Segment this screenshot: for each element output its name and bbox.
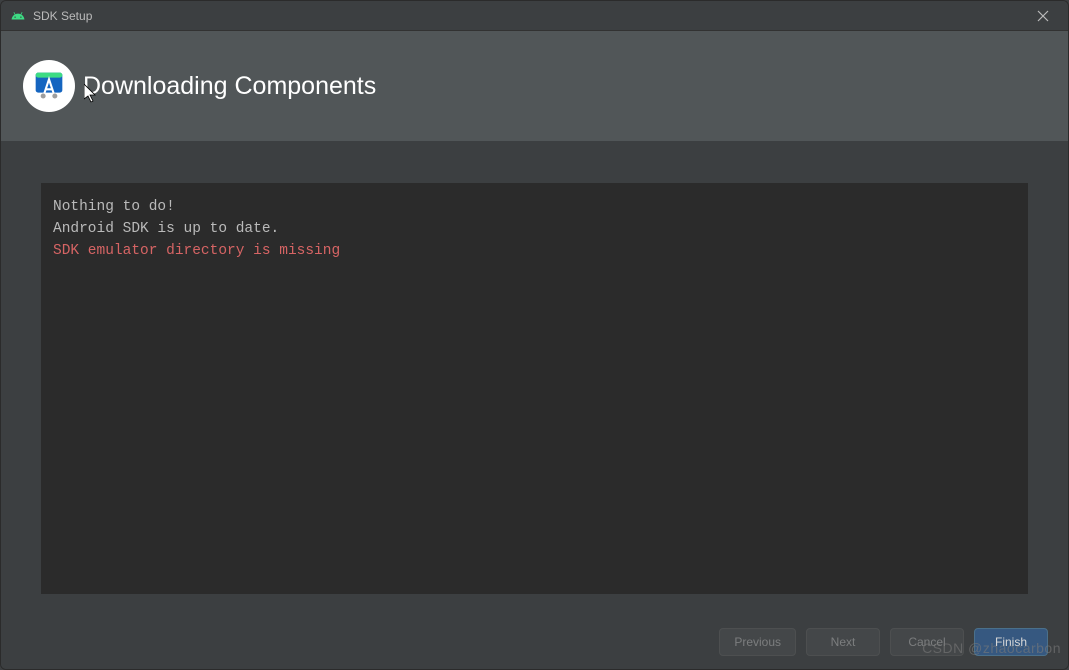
wizard-buttons: Previous Next Cancel Finish	[1, 614, 1068, 669]
page-title: Downloading Components	[83, 72, 376, 101]
next-button: Next	[806, 628, 880, 656]
android-studio-logo	[23, 60, 75, 112]
console-line: Nothing to do!	[53, 197, 1016, 219]
console-output: Nothing to do!Android SDK is up to date.…	[41, 183, 1028, 594]
content-area: Nothing to do!Android SDK is up to date.…	[1, 141, 1068, 614]
android-icon	[11, 9, 25, 23]
console-line: Android SDK is up to date.	[53, 219, 1016, 241]
previous-button: Previous	[719, 628, 796, 656]
console-line: SDK emulator directory is missing	[53, 241, 1016, 263]
window-title: SDK Setup	[33, 9, 1028, 23]
finish-button[interactable]: Finish	[974, 628, 1048, 656]
titlebar: SDK Setup	[1, 1, 1068, 31]
sdk-setup-window: SDK Setup Downloading Components Nothing…	[0, 0, 1069, 670]
cancel-button: Cancel	[890, 628, 964, 656]
close-button[interactable]	[1028, 1, 1058, 31]
header-banner: Downloading Components	[1, 31, 1068, 141]
